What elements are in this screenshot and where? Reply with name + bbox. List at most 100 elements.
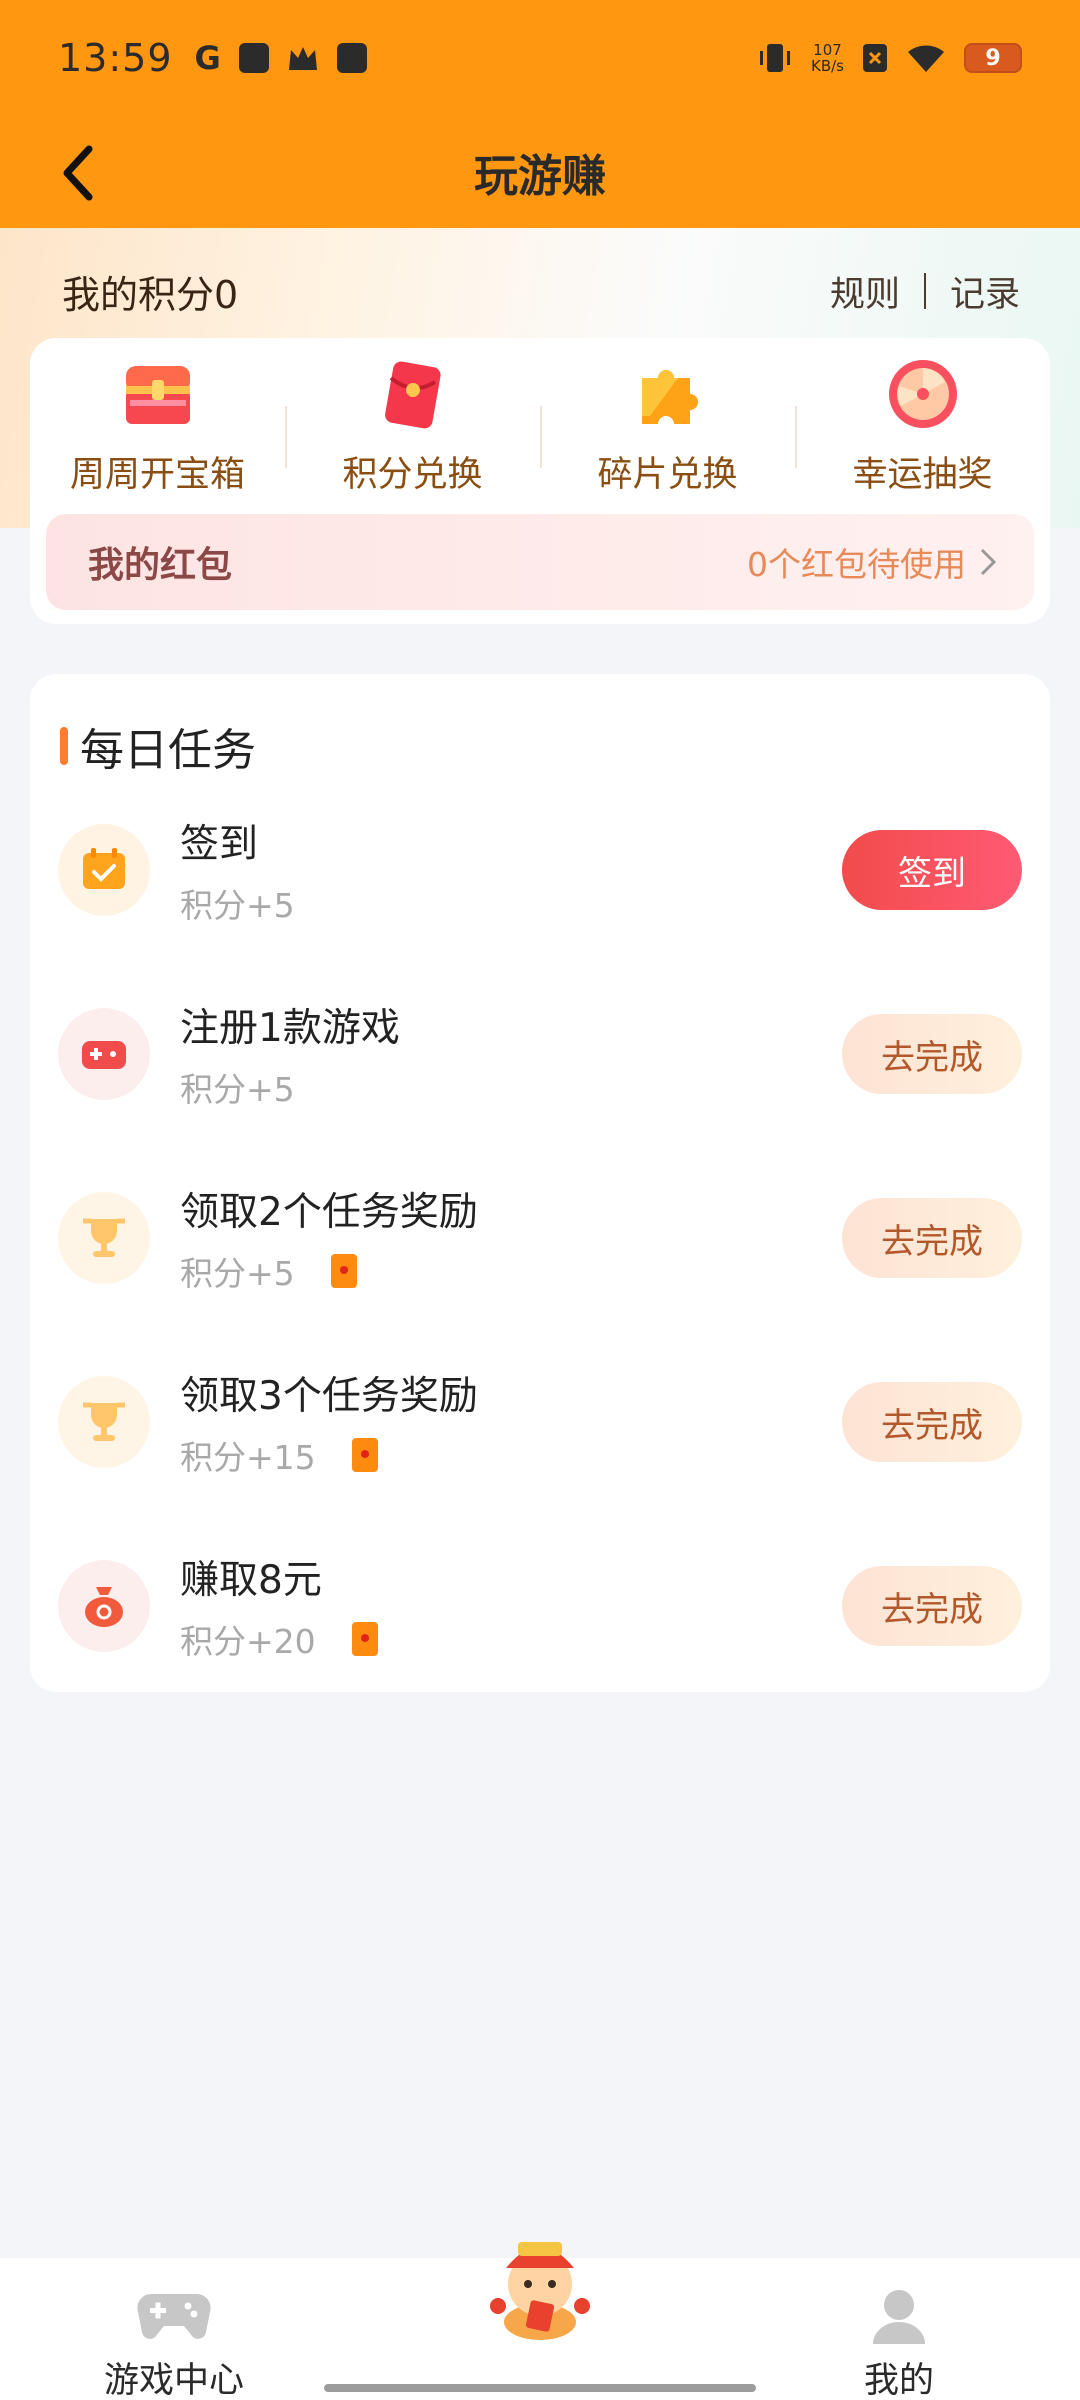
quick-action-label: 积分兑换 bbox=[342, 455, 483, 495]
records-link[interactable]: 记录 bbox=[950, 266, 1020, 317]
go-complete-button[interactable]: 去完成 bbox=[842, 1198, 1022, 1278]
daily-tasks-card: 每日任务 签到 积分+5 签到 注册1款游戏 积分+5 去完成 领取2个任务奖励… bbox=[30, 674, 1050, 1692]
points-row: 我的积分0 规则 记录 bbox=[62, 262, 1020, 320]
red-packet-count: 0个红包待使用 bbox=[747, 545, 966, 584]
task-row: 签到 积分+5 签到 bbox=[58, 810, 1022, 930]
status-time: 13:59 bbox=[58, 36, 173, 80]
user-icon bbox=[873, 2290, 925, 2344]
status-bar: 13:59 G 107 KB/s 9 bbox=[0, 0, 1080, 116]
task-reward: 积分+5 bbox=[180, 879, 295, 927]
task-row: 领取2个任务奖励 积分+5 去完成 bbox=[58, 1178, 1022, 1298]
chevron-left-icon bbox=[63, 145, 93, 201]
puzzle-piece-icon bbox=[641, 370, 698, 424]
task-name: 注册1款游戏 bbox=[180, 1006, 400, 1051]
treasure-chest-icon bbox=[125, 366, 190, 424]
my-red-packet-row[interactable]: 我的红包 0个红包待使用 bbox=[46, 514, 1034, 610]
coupon-icon bbox=[330, 1254, 357, 1288]
money-bag-icon bbox=[85, 1587, 123, 1627]
nav-mascot[interactable] bbox=[484, 2224, 596, 2344]
quick-action-label: 周周开宝箱 bbox=[69, 455, 245, 495]
link-divider bbox=[923, 273, 926, 309]
daily-tasks-header: 每日任务 bbox=[60, 714, 256, 778]
task-name: 签到 bbox=[180, 822, 259, 867]
task-icon-wrap bbox=[58, 1560, 150, 1652]
task-reward: 积分+15 bbox=[180, 1431, 478, 1479]
crown-icon bbox=[288, 47, 317, 70]
task-icon-wrap bbox=[58, 1192, 150, 1284]
task-reward-points: 积分+20 bbox=[180, 1622, 316, 1661]
task-name: 赚取8元 bbox=[180, 1558, 322, 1603]
quick-action-fragment-exchange[interactable]: 碎片兑换 bbox=[540, 356, 795, 526]
task-reward: 积分+20 bbox=[180, 1615, 378, 1663]
section-accent-bar bbox=[60, 727, 68, 765]
go-complete-button[interactable]: 去完成 bbox=[842, 1014, 1022, 1094]
wifi-icon bbox=[908, 45, 944, 72]
bag-icon bbox=[336, 43, 367, 73]
mascot-icon bbox=[490, 2242, 590, 2340]
task-row: 注册1款游戏 积分+5 去完成 bbox=[58, 994, 1022, 1114]
rules-link[interactable]: 规则 bbox=[830, 266, 900, 317]
task-text: 赚取8元 积分+20 bbox=[180, 1549, 378, 1663]
battery-indicator: 9 bbox=[964, 43, 1022, 73]
task-text: 领取3个任务奖励 积分+15 bbox=[180, 1365, 478, 1479]
red-envelope-icon bbox=[384, 361, 441, 429]
task-text: 签到 积分+5 bbox=[180, 813, 295, 927]
calendar-check-icon bbox=[83, 848, 125, 889]
sim-off-icon bbox=[863, 44, 887, 72]
nav-label: 我的 bbox=[864, 2361, 935, 2400]
trophy-icon bbox=[83, 1218, 125, 1257]
quick-action-points-exchange[interactable]: 积分兑换 bbox=[285, 356, 540, 526]
gamepad-icon bbox=[82, 1041, 126, 1069]
task-reward-points: 积分+15 bbox=[180, 1438, 316, 1477]
title-bar: 玩游赚 bbox=[0, 116, 1080, 228]
coupon-icon bbox=[351, 1622, 378, 1656]
task-icon-wrap bbox=[58, 1008, 150, 1100]
coupon-icon bbox=[351, 1438, 378, 1472]
top-bar: 13:59 G 107 KB/s 9 玩游赚 bbox=[0, 0, 1080, 228]
home-indicator[interactable] bbox=[324, 2384, 756, 2392]
quick-action-lucky-draw[interactable]: 幸运抽奖 bbox=[795, 356, 1050, 526]
go-complete-button[interactable]: 去完成 bbox=[842, 1566, 1022, 1646]
quick-action-label: 幸运抽奖 bbox=[852, 455, 993, 495]
back-button[interactable] bbox=[44, 138, 114, 208]
task-reward: 积分+5 bbox=[180, 1247, 478, 1295]
quick-action-treasure-chest[interactable]: 周周开宝箱 bbox=[30, 356, 285, 526]
lucky-wheel-icon bbox=[888, 360, 957, 428]
go-complete-button[interactable]: 去完成 bbox=[842, 1382, 1022, 1462]
nav-label: 游戏中心 bbox=[104, 2361, 245, 2400]
network-speed-value: 107 bbox=[813, 41, 842, 59]
task-text: 领取2个任务奖励 积分+5 bbox=[180, 1181, 478, 1295]
vibrate-icon bbox=[760, 44, 790, 72]
trophy-icon bbox=[83, 1402, 125, 1441]
task-row: 赚取8元 积分+20 去完成 bbox=[58, 1546, 1022, 1666]
network-speed: 107 KB/s bbox=[811, 42, 844, 74]
task-row: 领取3个任务奖励 积分+15 去完成 bbox=[58, 1362, 1022, 1482]
chevron-right-icon bbox=[980, 548, 997, 576]
my-points-label: 我的积分0 bbox=[62, 272, 239, 317]
points-links: 规则 记录 bbox=[830, 266, 1020, 317]
gamepad-icon bbox=[137, 2293, 211, 2339]
page-title: 玩游赚 bbox=[474, 151, 606, 202]
quick-actions-card: 周周开宝箱 积分兑换 碎片兑换 幸运抽奖 我的红包 0个红包待使用 bbox=[30, 338, 1050, 624]
network-speed-unit: KB/s bbox=[811, 57, 844, 75]
bottom-navigation: 游戏中心 我的 bbox=[0, 2242, 1080, 2400]
sign-in-button[interactable]: 签到 bbox=[842, 830, 1022, 910]
daily-tasks-title: 每日任务 bbox=[80, 725, 256, 776]
nav-game-center[interactable]: 游戏中心 bbox=[104, 2288, 244, 2400]
nav-mine[interactable]: 我的 bbox=[864, 2288, 934, 2400]
task-icon-wrap bbox=[58, 824, 150, 916]
status-notification-icons: G bbox=[194, 39, 367, 77]
task-name: 领取2个任务奖励 bbox=[180, 1190, 478, 1235]
wallet-icon bbox=[238, 43, 269, 73]
google-icon: G bbox=[194, 39, 221, 77]
task-reward-points: 积分+5 bbox=[180, 886, 295, 925]
task-reward-points: 积分+5 bbox=[180, 1070, 295, 1109]
task-icon-wrap bbox=[58, 1376, 150, 1468]
task-reward: 积分+5 bbox=[180, 1063, 400, 1111]
red-packet-title: 我的红包 bbox=[88, 545, 233, 586]
task-name: 领取3个任务奖励 bbox=[180, 1374, 478, 1419]
quick-actions-grid: 周周开宝箱 积分兑换 碎片兑换 幸运抽奖 bbox=[30, 356, 1050, 526]
quick-action-label: 碎片兑换 bbox=[597, 455, 738, 495]
task-text: 注册1款游戏 积分+5 bbox=[180, 997, 400, 1111]
task-reward-points: 积分+5 bbox=[180, 1254, 295, 1293]
